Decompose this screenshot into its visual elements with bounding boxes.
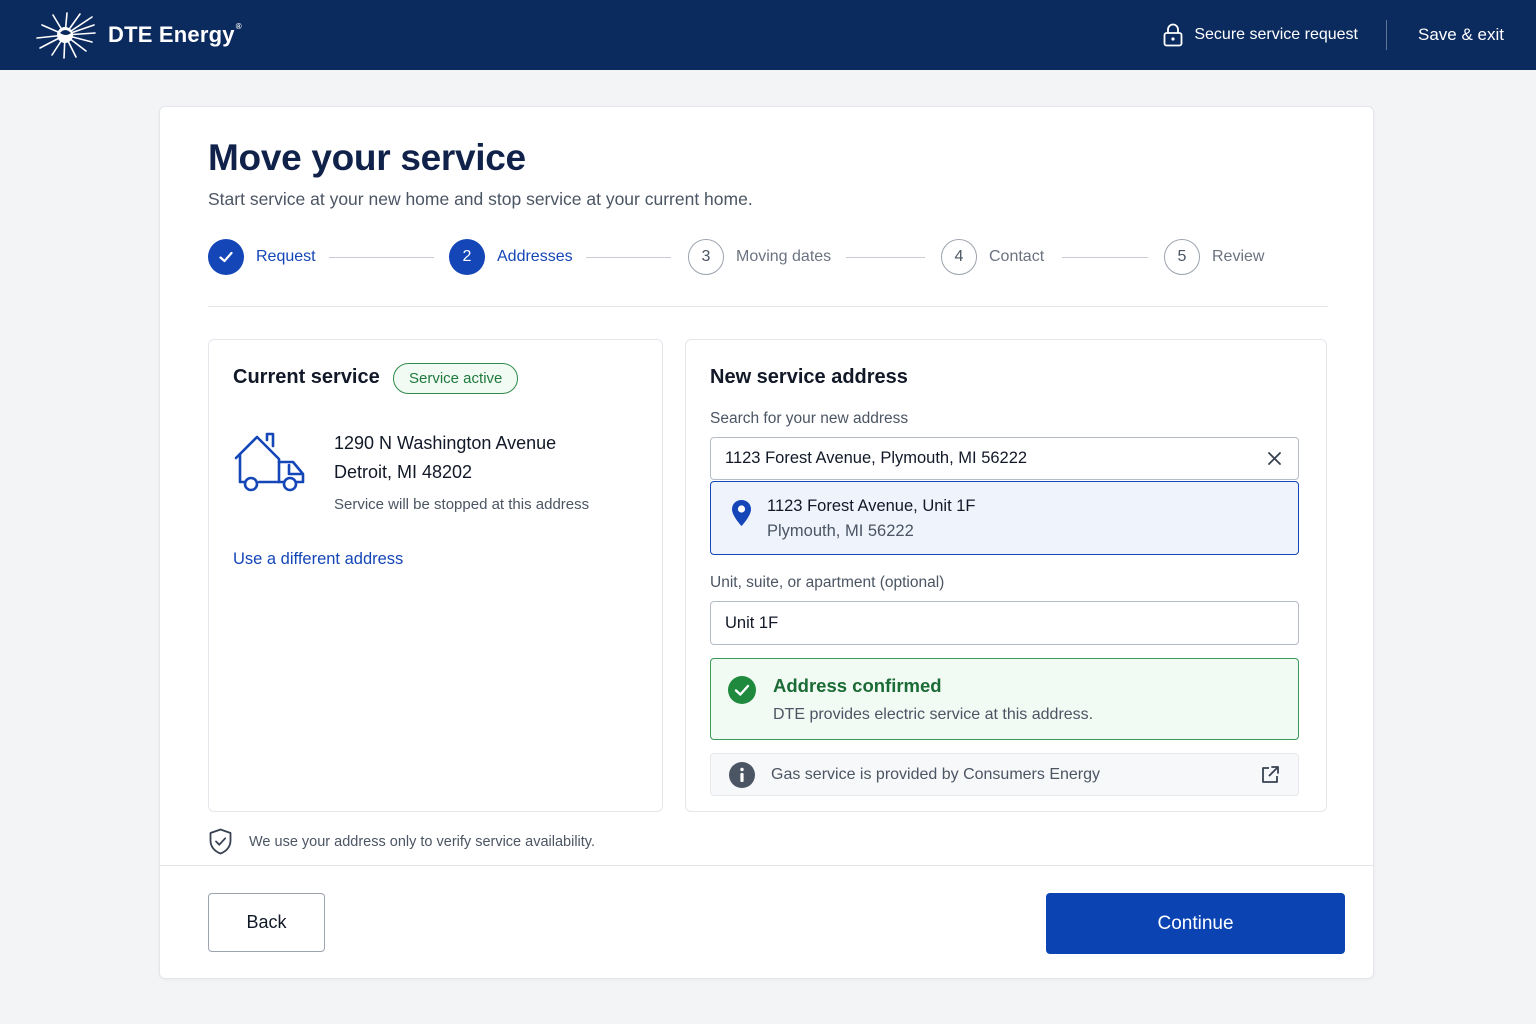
new-service-title: New service address <box>710 366 908 388</box>
top-header: DTE Energy® Secure service request Save … <box>0 0 1536 70</box>
status-badge: Service active <box>393 363 519 394</box>
current-service-panel: Current service Service active 1290 N Wa… <box>208 339 663 812</box>
current-address-line1: 1290 N Washington Avenue <box>334 433 557 453</box>
step-label: Moving dates <box>736 248 832 265</box>
privacy-text: We use your address only to verify servi… <box>249 833 595 850</box>
current-service-title: Current service <box>233 366 380 388</box>
brand-name: DTE Energy® <box>108 22 242 47</box>
step-number: 4 <box>941 239 977 275</box>
use-different-address-link[interactable]: Use a different address <box>233 550 403 569</box>
page-subtitle: Start service at your new home and stop … <box>208 189 753 209</box>
secure-label: Secure service request <box>1194 26 1358 43</box>
divider <box>208 306 1328 307</box>
step-complete-check-icon <box>208 239 244 275</box>
address-search-field <box>710 437 1299 480</box>
external-link-icon[interactable] <box>1260 765 1280 785</box>
unit-input[interactable] <box>711 602 1298 644</box>
dte-sun-logo-icon <box>36 12 96 59</box>
clear-icon[interactable] <box>1267 451 1282 466</box>
step-moving-dates[interactable]: 3 Moving dates <box>688 239 831 275</box>
brand[interactable]: DTE Energy® <box>34 11 242 59</box>
gas-provider-note: Gas service is provided by Consumers Ene… <box>710 753 1299 796</box>
step-number: 5 <box>1164 239 1200 275</box>
unit-field <box>710 601 1299 645</box>
step-label: Review <box>1212 248 1265 265</box>
step-label: Addresses <box>497 248 573 265</box>
step-connector <box>846 257 925 258</box>
step-label: Contact <box>989 248 1045 265</box>
suggestion-line1: 1123 Forest Avenue, Unit 1F <box>767 497 976 515</box>
privacy-note: We use your address only to verify servi… <box>208 828 595 855</box>
address-confirmed-alert: Address confirmed DTE provides electric … <box>710 658 1299 740</box>
search-address-label: Search for your new address <box>710 410 909 427</box>
info-icon <box>729 762 755 788</box>
step-review[interactable]: 5 Review <box>1164 239 1264 275</box>
address-suggestion-item[interactable]: 1123 Forest Avenue, Unit 1F Plymouth, MI… <box>710 481 1299 555</box>
suggestion-line2: Plymouth, MI 56222 <box>767 522 914 540</box>
lock-icon <box>1163 23 1183 47</box>
progress-stepper: Request 2 Addresses 3 Moving dates 4 Con… <box>208 239 1328 275</box>
step-connector <box>329 257 434 258</box>
moving-house-truck-icon <box>234 432 305 492</box>
confirmed-title: Address confirmed <box>773 675 942 696</box>
continue-button[interactable]: Continue <box>1046 893 1345 954</box>
step-contact[interactable]: 4 Contact <box>941 239 1044 275</box>
step-label: Request <box>256 248 316 265</box>
stop-service-note: Service will be stopped at this address <box>334 496 590 513</box>
location-pin-icon <box>732 500 751 526</box>
shield-check-icon <box>209 828 232 855</box>
check-circle-icon <box>728 676 756 704</box>
unit-label: Unit, suite, or apartment (optional) <box>710 574 945 591</box>
step-connector <box>1062 257 1148 258</box>
move-service-card: Move your service Start service at your … <box>159 106 1374 979</box>
save-exit-button[interactable]: Save & exit <box>1387 25 1504 45</box>
current-address-line2: Detroit, MI 48202 <box>334 462 473 482</box>
new-service-panel: New service address Search for your new … <box>685 339 1327 812</box>
footer-divider <box>160 865 1373 866</box>
address-search-input[interactable] <box>711 438 1298 479</box>
step-number: 2 <box>449 239 485 275</box>
secure-request-indicator: Secure service request <box>1162 20 1387 50</box>
back-button[interactable]: Back <box>208 893 325 952</box>
confirmed-text: DTE provides electric service at this ad… <box>773 706 1094 723</box>
step-request[interactable]: Request <box>208 239 316 275</box>
step-number: 3 <box>688 239 724 275</box>
gas-provider-text: Gas service is provided by Consumers Ene… <box>771 766 1101 783</box>
step-addresses[interactable]: 2 Addresses <box>449 239 573 275</box>
step-connector <box>586 257 671 258</box>
page-title: Move your service <box>208 137 526 178</box>
